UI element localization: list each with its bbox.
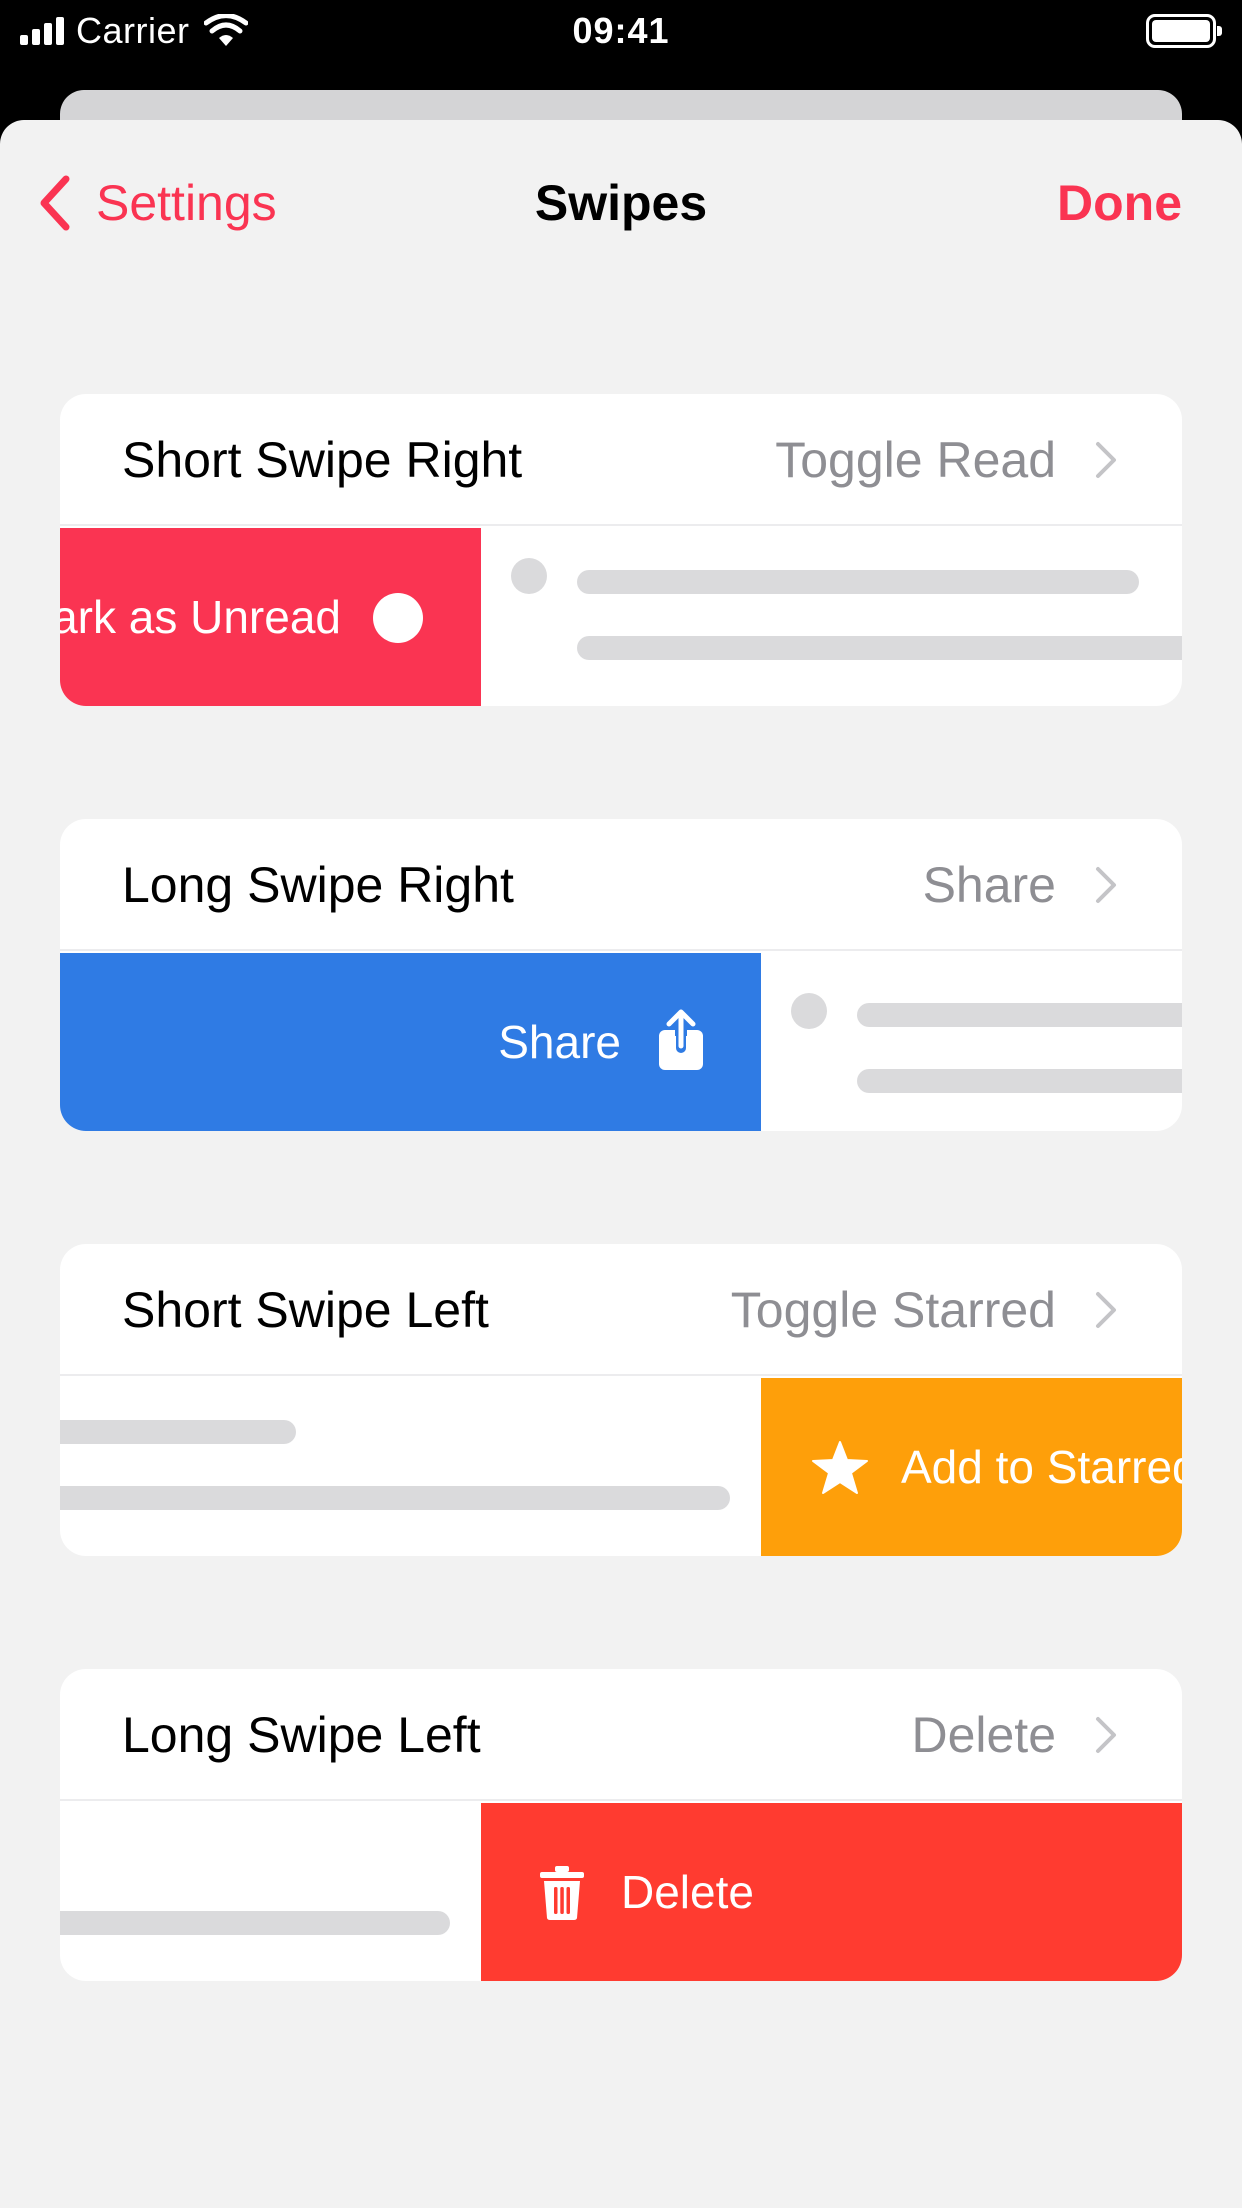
setting-row-short-swipe-right[interactable]: Short Swipe Right Toggle Read bbox=[60, 394, 1182, 526]
placeholder-line bbox=[60, 1911, 450, 1935]
swipe-card-short-left: Short Swipe Left Toggle Starred Add to S… bbox=[60, 1244, 1182, 1556]
swipe-preview: Share bbox=[60, 953, 1182, 1131]
page-title: Swipes bbox=[534, 175, 708, 231]
share-icon bbox=[659, 1009, 703, 1070]
action-label: Mark as Unread bbox=[60, 591, 341, 643]
swipe-preview: Delete bbox=[60, 1803, 1182, 1981]
swipe-preview: Add to Starred bbox=[60, 1378, 1182, 1556]
swipe-card-long-left: Long Swipe Left Delete Delete bbox=[60, 1669, 1182, 1981]
trash-icon bbox=[540, 1866, 584, 1920]
row-value: Delete bbox=[911, 1707, 1056, 1763]
done-button[interactable]: Done bbox=[1057, 168, 1182, 238]
action-label: Add to Starred bbox=[901, 1441, 1182, 1493]
placeholder-dot bbox=[511, 558, 547, 594]
swipe-action-share: Share bbox=[60, 953, 761, 1131]
chevron-right-icon bbox=[1096, 1717, 1116, 1753]
swipe-card-long-right: Long Swipe Right Share Share bbox=[60, 819, 1182, 1131]
swipe-action-mark-unread: Mark as Unread bbox=[60, 528, 481, 706]
row-label: Long Swipe Right bbox=[122, 857, 514, 913]
setting-row-short-swipe-left[interactable]: Short Swipe Left Toggle Starred bbox=[60, 1244, 1182, 1376]
chevron-right-icon bbox=[1096, 442, 1116, 478]
placeholder-line bbox=[857, 1069, 1182, 1093]
swipe-preview: Mark as Unread bbox=[60, 528, 1182, 706]
chevron-right-icon bbox=[1096, 1292, 1116, 1328]
row-label: Short Swipe Right bbox=[122, 432, 523, 488]
unread-dot-icon bbox=[373, 593, 423, 643]
swipe-action-add-starred: Add to Starred bbox=[761, 1378, 1182, 1556]
setting-row-long-swipe-left[interactable]: Long Swipe Left Delete bbox=[60, 1669, 1182, 1801]
row-value: Toggle Read bbox=[775, 432, 1056, 488]
row-label: Long Swipe Left bbox=[122, 1707, 481, 1763]
placeholder-line bbox=[857, 1003, 1182, 1027]
status-bar: Carrier 09:41 bbox=[0, 0, 1242, 62]
setting-row-long-swipe-right[interactable]: Long Swipe Right Share bbox=[60, 819, 1182, 951]
action-label: Share bbox=[498, 1016, 621, 1068]
chevron-right-icon bbox=[1096, 867, 1116, 903]
swipe-card-short-right: Short Swipe Right Toggle Read Mark as Un… bbox=[60, 394, 1182, 706]
placeholder-line bbox=[577, 636, 1182, 660]
star-icon bbox=[812, 1441, 868, 1494]
placeholder-line bbox=[60, 1486, 730, 1510]
placeholder-line bbox=[60, 1420, 296, 1444]
swipe-action-delete: Delete bbox=[481, 1803, 1182, 1981]
action-label: Delete bbox=[621, 1866, 754, 1918]
placeholder-dot bbox=[791, 993, 827, 1029]
placeholder-line bbox=[577, 570, 1139, 594]
row-label: Short Swipe Left bbox=[122, 1282, 489, 1338]
row-value: Toggle Starred bbox=[730, 1282, 1056, 1338]
battery-icon bbox=[1146, 14, 1222, 48]
row-value: Share bbox=[922, 857, 1056, 913]
status-time: 09:41 bbox=[572, 10, 670, 51]
